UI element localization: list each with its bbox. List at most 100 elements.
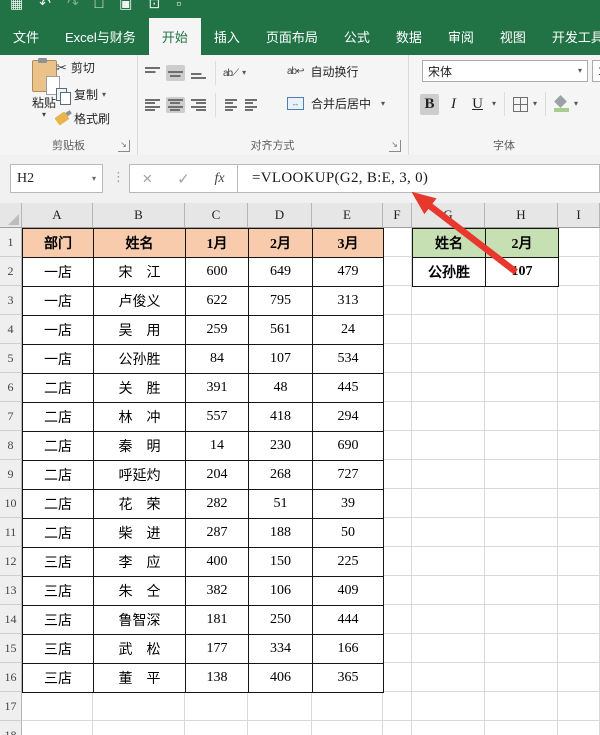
align-center-button[interactable] — [166, 97, 185, 113]
cell-H13[interactable] — [485, 576, 558, 605]
data-cell-B5[interactable]: 公孙胜 — [94, 345, 186, 374]
data-cell-B9[interactable]: 呼延灼 — [94, 461, 186, 490]
data-cell-A12[interactable]: 三店 — [23, 548, 94, 577]
orientation-button[interactable]: ab⟋ — [223, 68, 239, 79]
redo-icon[interactable]: ↷ — [67, 0, 79, 13]
data-cell-D14[interactable]: 250 — [249, 606, 313, 635]
cell-G8[interactable] — [412, 431, 485, 460]
data-cell-A8[interactable]: 二店 — [23, 432, 94, 461]
column-header-F[interactable]: F — [383, 203, 412, 228]
cell-I18[interactable] — [558, 721, 600, 735]
cell-F5[interactable] — [383, 344, 412, 373]
cell-F10[interactable] — [383, 489, 412, 518]
row-header-2[interactable]: 2 — [0, 257, 22, 286]
cell-C18[interactable] — [185, 721, 248, 735]
formula-input[interactable]: =VLOOKUP(G2, B:E, 3, 0) — [237, 164, 600, 193]
column-header-I[interactable]: I — [558, 203, 600, 228]
data-cell-A5[interactable]: 一店 — [23, 345, 94, 374]
tab-公式[interactable]: 公式 — [331, 18, 383, 55]
data-cell-D15[interactable]: 334 — [249, 635, 313, 664]
cell-G9[interactable] — [412, 460, 485, 489]
borders-button[interactable] — [513, 96, 529, 112]
cancel-button[interactable]: × — [142, 169, 152, 189]
formula-bar-drag-dots[interactable]: ⋮ — [112, 169, 125, 185]
undo-icon[interactable]: ↶ — [39, 0, 51, 13]
data-cell-A9[interactable]: 二店 — [23, 461, 94, 490]
data-cell-B11[interactable]: 柴 进 — [94, 519, 186, 548]
data-cell-C2[interactable]: 600 — [186, 258, 249, 287]
cell-F1[interactable] — [383, 228, 412, 257]
cell-H4[interactable] — [485, 315, 558, 344]
cell-F2[interactable] — [383, 257, 412, 286]
align-left-button[interactable] — [143, 97, 162, 113]
underline-dropdown-icon[interactable]: ▾ — [492, 100, 496, 108]
data-cell-A13[interactable]: 三店 — [23, 577, 94, 606]
cell-I16[interactable] — [558, 663, 600, 692]
cell-G7[interactable] — [412, 402, 485, 431]
tab-开发工具[interactable]: 开发工具 — [539, 18, 600, 55]
cell-I15[interactable] — [558, 634, 600, 663]
clipboard-dialog-launcher-icon[interactable]: ↘ — [118, 140, 130, 152]
cell-H7[interactable] — [485, 402, 558, 431]
data-cell-D3[interactable]: 795 — [249, 287, 313, 316]
cell-H12[interactable] — [485, 547, 558, 576]
cell-I10[interactable] — [558, 489, 600, 518]
data-cell-A4[interactable]: 一店 — [23, 316, 94, 345]
cell-A17[interactable] — [22, 692, 93, 721]
data-cell-B16[interactable]: 董 平 — [94, 664, 186, 693]
cell-H11[interactable] — [485, 518, 558, 547]
data-cell-D8[interactable]: 230 — [249, 432, 313, 461]
cell-F11[interactable] — [383, 518, 412, 547]
format-painter-button[interactable]: 格式刷 — [54, 110, 110, 127]
row-header-11[interactable]: 11 — [0, 518, 22, 547]
data-cell-D7[interactable]: 418 — [249, 403, 313, 432]
column-header-E[interactable]: E — [312, 203, 383, 228]
cell-G5[interactable] — [412, 344, 485, 373]
data-cell-C5[interactable]: 84 — [186, 345, 249, 374]
row-header-10[interactable]: 10 — [0, 489, 22, 518]
cell-F14[interactable] — [383, 605, 412, 634]
cell-I9[interactable] — [558, 460, 600, 489]
data-cell-D5[interactable]: 107 — [249, 345, 313, 374]
data-cell-D9[interactable]: 268 — [249, 461, 313, 490]
cell-G16[interactable] — [412, 663, 485, 692]
column-header-G[interactable]: G — [412, 203, 485, 228]
row-header-3[interactable]: 3 — [0, 286, 22, 315]
cell-B17[interactable] — [93, 692, 185, 721]
select-all-corner[interactable] — [0, 203, 22, 228]
cell-G13[interactable] — [412, 576, 485, 605]
fill-color-dropdown-icon[interactable]: ▾ — [574, 100, 578, 108]
column-header-D[interactable]: D — [248, 203, 312, 228]
name-box-dropdown-icon[interactable]: ▾ — [92, 174, 96, 183]
data-cell-B4[interactable]: 吴 用 — [94, 316, 186, 345]
data-cell-A6[interactable]: 二店 — [23, 374, 94, 403]
lookup-cell-H2[interactable]: 107 — [486, 258, 559, 287]
data-cell-A11[interactable]: 二店 — [23, 519, 94, 548]
data-cell-A16[interactable]: 三店 — [23, 664, 94, 693]
cell-I8[interactable] — [558, 431, 600, 460]
wrap-text-button[interactable]: ab↩ 自动换行 — [287, 63, 359, 80]
cell-G4[interactable] — [412, 315, 485, 344]
cell-F18[interactable] — [383, 721, 412, 735]
row-header-16[interactable]: 16 — [0, 663, 22, 692]
data-cell-A3[interactable]: 一店 — [23, 287, 94, 316]
cell-I12[interactable] — [558, 547, 600, 576]
data-cell-A14[interactable]: 三店 — [23, 606, 94, 635]
data-cell-E16[interactable]: 365 — [313, 664, 384, 693]
borders-dropdown-icon[interactable]: ▾ — [533, 100, 537, 108]
cell-F15[interactable] — [383, 634, 412, 663]
data-cell-C11[interactable]: 287 — [186, 519, 249, 548]
tab-开始[interactable]: 开始 — [148, 18, 201, 55]
row-header-18[interactable]: 18 — [0, 721, 22, 735]
decrease-indent-button[interactable] — [223, 97, 239, 113]
data-cell-D11[interactable]: 188 — [249, 519, 313, 548]
row-header-12[interactable]: 12 — [0, 547, 22, 576]
merge-center-button[interactable]: ↔ 合并后居中 ▾ — [287, 95, 385, 112]
cell-H14[interactable] — [485, 605, 558, 634]
data-cell-E9[interactable]: 727 — [313, 461, 384, 490]
cell-I14[interactable] — [558, 605, 600, 634]
data-cell-E13[interactable]: 409 — [313, 577, 384, 606]
italic-button[interactable]: I — [444, 94, 463, 115]
data-cell-E3[interactable]: 313 — [313, 287, 384, 316]
cell-I17[interactable] — [558, 692, 600, 721]
